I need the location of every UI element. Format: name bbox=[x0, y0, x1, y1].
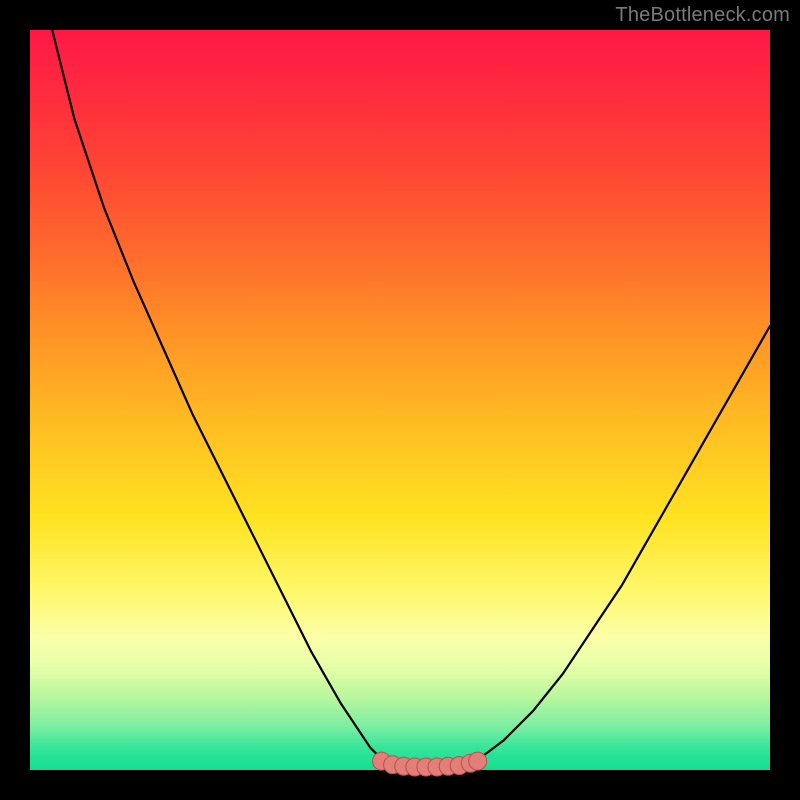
curve-right-branch bbox=[474, 326, 770, 763]
curve-svg bbox=[30, 30, 770, 770]
watermark-text: TheBottleneck.com bbox=[615, 4, 790, 27]
chart-frame: TheBottleneck.com bbox=[0, 0, 800, 800]
valley-marker-group bbox=[373, 752, 487, 776]
curve-left-branch bbox=[52, 30, 385, 763]
plot-area bbox=[30, 30, 770, 770]
valley-marker bbox=[469, 752, 487, 770]
